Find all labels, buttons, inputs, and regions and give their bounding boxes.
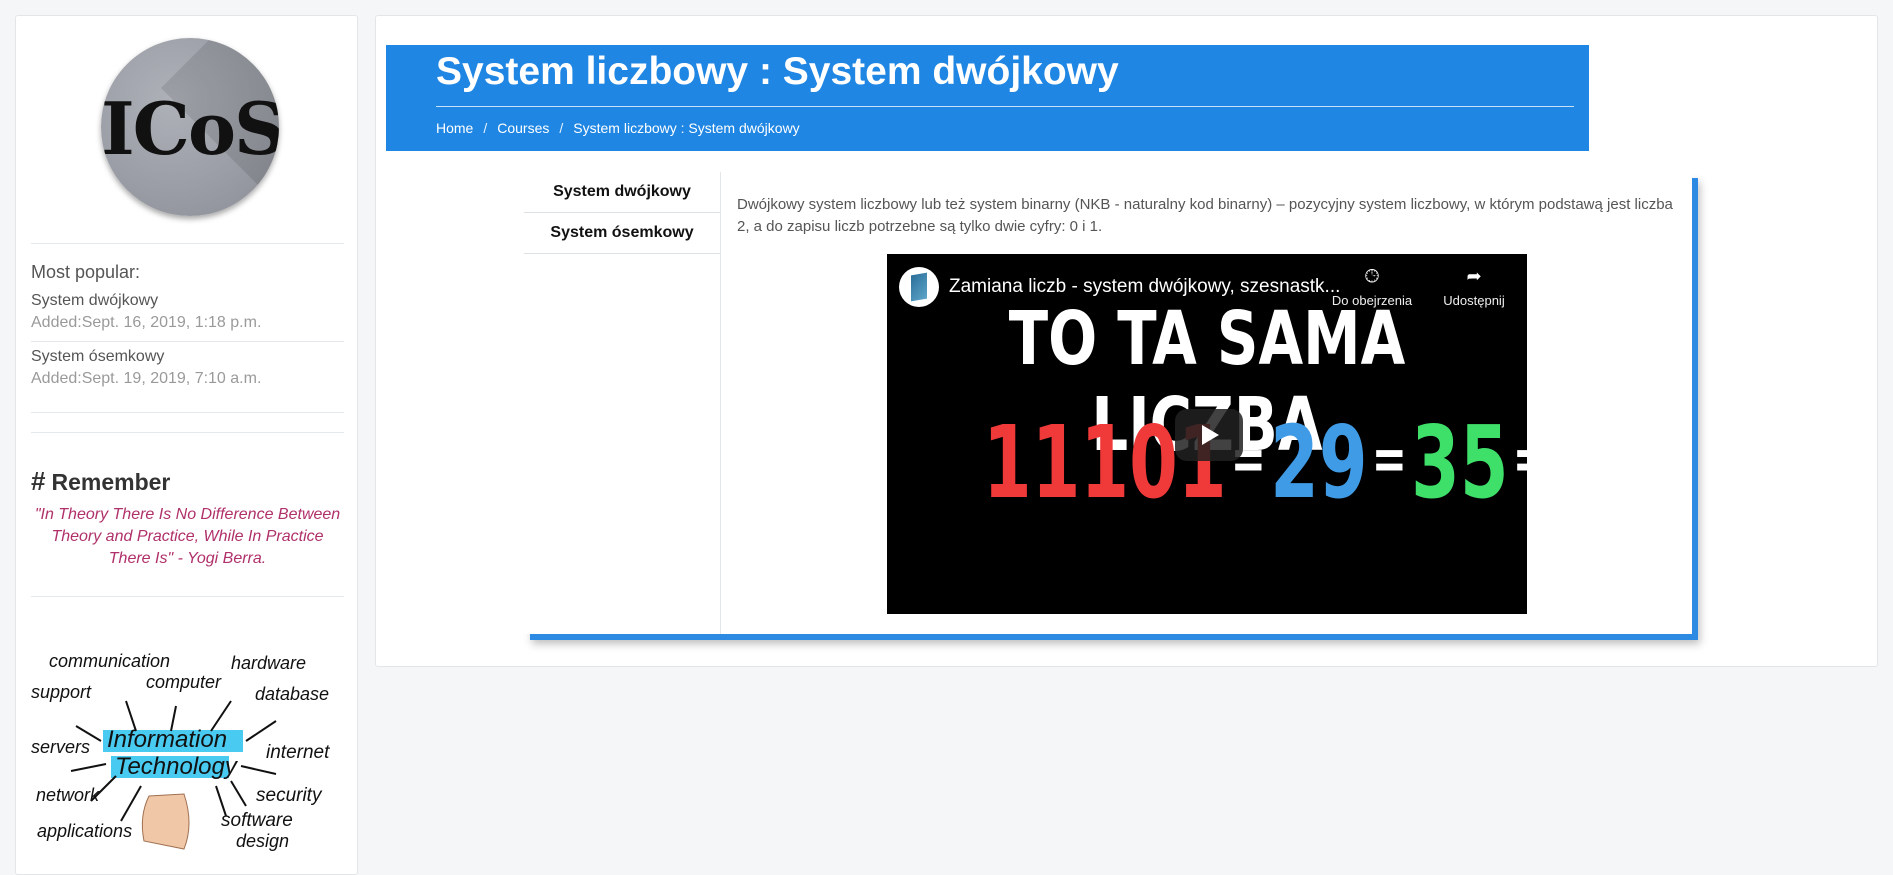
site-logo[interactable]: ICoS bbox=[101, 38, 279, 216]
breadcrumb: Home / Courses / System liczbowy : System dw… bbox=[436, 120, 800, 136]
divider bbox=[31, 243, 344, 244]
popular-item-link[interactable]: System ósemkowy bbox=[31, 348, 164, 366]
it-word: software bbox=[221, 810, 293, 831]
it-word: Information bbox=[107, 726, 227, 753]
youtube-video-player[interactable]: Zamiana liczb - system dwójkowy, szesnas… bbox=[887, 254, 1527, 614]
play-button-icon[interactable] bbox=[1175, 409, 1243, 461]
divider bbox=[31, 596, 344, 597]
header-divider bbox=[436, 106, 1574, 107]
breadcrumb-separator: / bbox=[483, 120, 488, 136]
logo-text: ICoS bbox=[101, 86, 279, 171]
breadcrumb-current: System liczbowy : System dwójkowy bbox=[573, 120, 800, 136]
remember-heading: # Remember bbox=[31, 466, 170, 497]
it-word: internet bbox=[266, 742, 330, 763]
it-word: applications bbox=[37, 821, 132, 841]
it-word: communication bbox=[49, 651, 170, 671]
popular-item-date: Added:Sept. 16, 2019, 1:18 p.m. bbox=[31, 314, 262, 331]
breadcrumb-home[interactable]: Home bbox=[436, 120, 473, 136]
channel-avatar[interactable] bbox=[899, 267, 939, 307]
share-icon: ➦ bbox=[1466, 266, 1482, 286]
it-word: security bbox=[256, 785, 323, 806]
most-popular-title: Most popular: bbox=[31, 262, 141, 282]
it-word: support bbox=[31, 682, 92, 702]
video-title[interactable]: Zamiana liczb - system dwójkowy, szesnas… bbox=[949, 276, 1340, 298]
popular-item-link[interactable]: System dwójkowy bbox=[31, 292, 158, 310]
lesson-paragraph: Dwójkowy system liczbowy lub też system … bbox=[737, 196, 1673, 235]
it-word: computer bbox=[146, 672, 222, 692]
quote-text: "In Theory There Is No Difference Betwee… bbox=[34, 506, 341, 567]
divider bbox=[31, 412, 344, 413]
page-title: System liczbowy : System dwójkowy bbox=[436, 50, 1119, 93]
tab-system-dwojkowy[interactable]: System dwójkowy bbox=[524, 172, 720, 213]
it-word: Technology bbox=[115, 753, 239, 780]
course-tabs: System dwójkowy System ósemkowy bbox=[524, 172, 721, 634]
it-word: servers bbox=[31, 737, 90, 757]
it-word: design bbox=[236, 831, 289, 851]
sidebar: ICoS Most popular: System dwójkowy Added… bbox=[15, 15, 358, 875]
information-technology-image: communication hardware computer support … bbox=[31, 651, 330, 851]
breadcrumb-courses[interactable]: Courses bbox=[497, 120, 549, 136]
main-panel: System liczbowy : System dwójkowy Home / C… bbox=[375, 15, 1878, 667]
it-word: hardware bbox=[231, 653, 306, 673]
course-card: System dwójkowy System ósemkowy Dwójkowy… bbox=[524, 172, 1692, 634]
equals-sign: = bbox=[1371, 424, 1407, 494]
it-word: database bbox=[255, 684, 329, 704]
equals-sign: = bbox=[1513, 424, 1527, 494]
popular-item-date: Added:Sept. 19, 2019, 7:10 a.m. bbox=[31, 370, 262, 387]
hash-icon: # bbox=[31, 466, 46, 496]
clock-icon: 🕒︎ bbox=[1364, 266, 1380, 286]
number-octal: 35 bbox=[1411, 404, 1509, 521]
breadcrumb-separator: / bbox=[559, 120, 564, 136]
remember-title-text: Remember bbox=[51, 469, 171, 495]
it-word: network bbox=[36, 785, 100, 805]
tab-system-osemkowy[interactable]: System ósemkowy bbox=[524, 213, 720, 254]
page-header: System liczbowy : System dwójkowy Home / C… bbox=[386, 45, 1589, 151]
divider bbox=[31, 341, 344, 342]
divider bbox=[31, 432, 344, 433]
number-decimal: 29 bbox=[1270, 404, 1368, 521]
